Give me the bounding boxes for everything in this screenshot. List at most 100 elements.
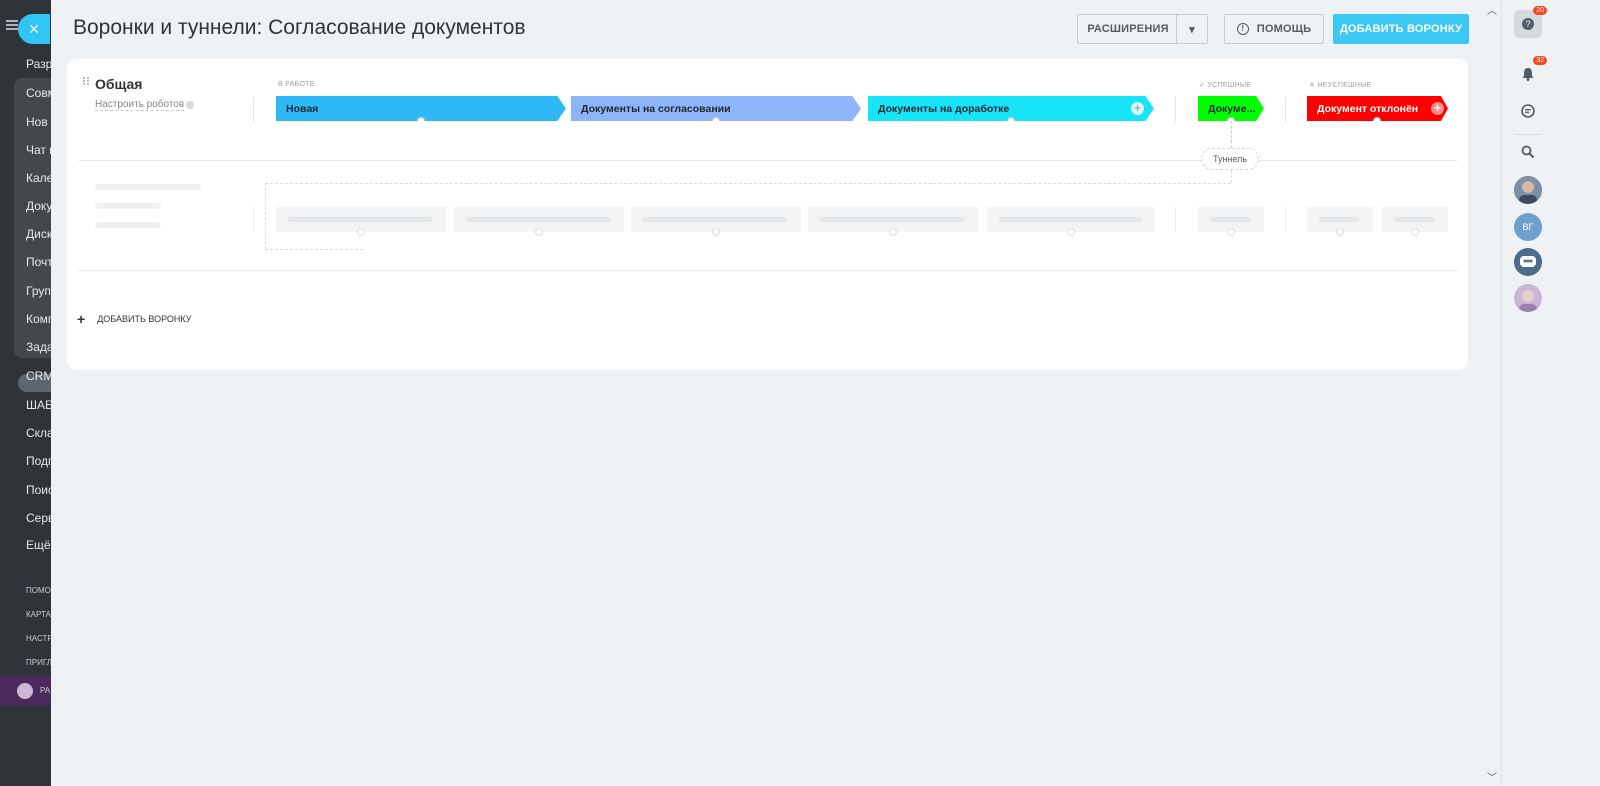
avatar-photo bbox=[1514, 284, 1542, 312]
divider bbox=[253, 97, 254, 122]
placeholder-stage bbox=[631, 207, 801, 236]
stage-on-approval[interactable]: Документы на согласовании bbox=[571, 96, 861, 121]
divider bbox=[1175, 97, 1176, 122]
stage-label: Документы на доработке bbox=[878, 102, 1010, 115]
sidebar-item[interactable]: Чат и bbox=[26, 143, 52, 157]
user-avatar[interactable] bbox=[1514, 284, 1542, 312]
avatar-initials: ВГ bbox=[1522, 222, 1534, 232]
sidebar-item[interactable]: Доку bbox=[26, 199, 52, 213]
sidebar-item[interactable]: Совм bbox=[26, 86, 52, 100]
add-stage-icon[interactable]: + bbox=[1431, 102, 1444, 115]
scroll-up-icon[interactable]: ︿ bbox=[1487, 2, 1497, 17]
placeholder-dot bbox=[357, 228, 365, 236]
question-icon[interactable] bbox=[186, 101, 194, 109]
tunnel-button[interactable]: Туннель bbox=[1201, 148, 1259, 170]
placeholder-dot bbox=[1336, 228, 1344, 236]
sidebar-item[interactable]: ПОМО bbox=[26, 586, 51, 595]
placeholder-line bbox=[95, 222, 161, 228]
sidebar-item[interactable]: Скла bbox=[26, 426, 52, 440]
sidebar-item[interactable]: Почт bbox=[26, 255, 52, 269]
stage-connector-dot[interactable] bbox=[417, 117, 425, 121]
user-avatar[interactable] bbox=[1514, 176, 1542, 204]
scroll-down-icon[interactable]: ﹀ bbox=[1487, 769, 1497, 784]
sidebar-item[interactable]: ПРИГЛ bbox=[26, 658, 52, 667]
add-funnel-label: Добавить воронку bbox=[1339, 23, 1463, 35]
group-chat-avatar[interactable] bbox=[1514, 248, 1542, 276]
sidebar-item[interactable]: ШАБ bbox=[26, 398, 52, 412]
chat-button[interactable] bbox=[1514, 97, 1542, 125]
sidebar-item[interactable]: CRM bbox=[26, 369, 52, 383]
sidebar-item[interactable]: Подп bbox=[26, 454, 52, 468]
help-button[interactable]: ! Помощь bbox=[1224, 14, 1324, 44]
notifications-button[interactable]: 32 bbox=[1514, 56, 1547, 88]
placeholder-stage bbox=[454, 207, 624, 236]
drag-handle-icon[interactable] bbox=[83, 77, 89, 87]
tunnel-dropzone bbox=[265, 249, 363, 250]
avatar-photo bbox=[1514, 176, 1542, 204]
placeholder-stage bbox=[1198, 207, 1264, 236]
funnels-panel: Воронки и туннели: Согласование документ… bbox=[51, 0, 1501, 786]
plus-icon: + bbox=[77, 311, 86, 327]
sidebar-item[interactable]: Ещё bbox=[26, 538, 51, 552]
sidebar-item[interactable]: Серв bbox=[26, 511, 52, 525]
menu-icon[interactable] bbox=[6, 20, 18, 30]
extensions-label: Расширения bbox=[1087, 23, 1169, 35]
help-widget-button[interactable]: ? 20 bbox=[1514, 6, 1547, 38]
tunnel-dropzone bbox=[1231, 170, 1232, 183]
placeholder-stage bbox=[987, 207, 1155, 236]
search-icon bbox=[1521, 145, 1535, 159]
add-funnel-link-label: Добавить воронку bbox=[97, 314, 192, 324]
sidebar-item[interactable]: Груп bbox=[26, 284, 51, 298]
stage-connector-dot[interactable] bbox=[712, 117, 720, 121]
sidebar-item[interactable]: НАСТР bbox=[26, 634, 52, 643]
divider bbox=[1285, 207, 1286, 232]
stage-label: Документы на согласовании bbox=[581, 102, 731, 115]
placeholder-line bbox=[95, 184, 201, 190]
sidebar-item[interactable]: Диск bbox=[26, 227, 52, 241]
chat-icon bbox=[1521, 104, 1535, 118]
placeholder-stage bbox=[1382, 207, 1448, 236]
tunnel-dropzone bbox=[265, 183, 1231, 184]
funnels-card: Общая Настроить роботов В работе ✓ Успеш… bbox=[67, 59, 1468, 370]
divider bbox=[1514, 134, 1542, 135]
placeholder-stage bbox=[808, 207, 978, 236]
stage-on-revision[interactable]: Документы на доработке + bbox=[868, 96, 1154, 121]
tunnel-dropzone bbox=[265, 183, 266, 249]
sidebar-item[interactable]: Разр bbox=[26, 57, 52, 71]
stage-label: Документ отклонён bbox=[1317, 102, 1419, 115]
funnel-name: Общая bbox=[95, 76, 143, 92]
add-funnel-button[interactable]: Добавить воронку bbox=[1333, 14, 1469, 44]
stage-new[interactable]: Новая bbox=[276, 96, 566, 121]
help-label: Помощь bbox=[1256, 23, 1312, 35]
placeholder-dot bbox=[1227, 228, 1235, 236]
stage-rejected[interactable]: Документ отклонён + bbox=[1307, 96, 1448, 121]
help-badge: 20 bbox=[1533, 6, 1547, 15]
add-funnel-link[interactable]: + Добавить воронку bbox=[77, 311, 191, 327]
close-slider-button[interactable]: × bbox=[18, 14, 50, 44]
stage-connector-dot[interactable] bbox=[1007, 117, 1015, 121]
sidebar-item[interactable]: Кале bbox=[26, 171, 52, 185]
user-avatar-initials[interactable]: ВГ bbox=[1514, 213, 1542, 241]
extensions-button[interactable]: Расширения bbox=[1077, 14, 1178, 44]
search-button[interactable] bbox=[1514, 138, 1542, 166]
category-in-work: В работе bbox=[278, 81, 315, 88]
sidebar-item[interactable]: РА bbox=[40, 686, 50, 695]
sidebar-item[interactable]: Поис bbox=[26, 483, 52, 497]
placeholder-stage bbox=[1307, 207, 1373, 236]
placeholder-dot bbox=[712, 228, 720, 236]
tunnel-label: Туннель bbox=[1212, 154, 1248, 164]
sidebar-item[interactable]: КАРТА bbox=[26, 610, 51, 619]
add-stage-icon[interactable]: + bbox=[1131, 102, 1144, 115]
placeholder-line bbox=[95, 203, 161, 209]
scrollbar[interactable]: ︿ ﹀ bbox=[1486, 0, 1500, 786]
configure-robots-link[interactable]: Настроить роботов bbox=[95, 99, 185, 111]
sidebar-item[interactable]: Комп bbox=[26, 312, 52, 326]
stage-success[interactable]: Докуме... bbox=[1198, 96, 1264, 121]
sidebar-item[interactable]: Нов bbox=[26, 115, 48, 129]
stage-connector-dot[interactable] bbox=[1373, 117, 1381, 121]
extensions-dropdown-button[interactable]: ▾ bbox=[1176, 14, 1208, 44]
category-success: ✓ Успешные bbox=[1199, 82, 1252, 89]
placeholder-dot bbox=[889, 228, 897, 236]
notifications-badge: 32 bbox=[1533, 56, 1547, 65]
sidebar-item[interactable]: Зада bbox=[26, 340, 52, 354]
